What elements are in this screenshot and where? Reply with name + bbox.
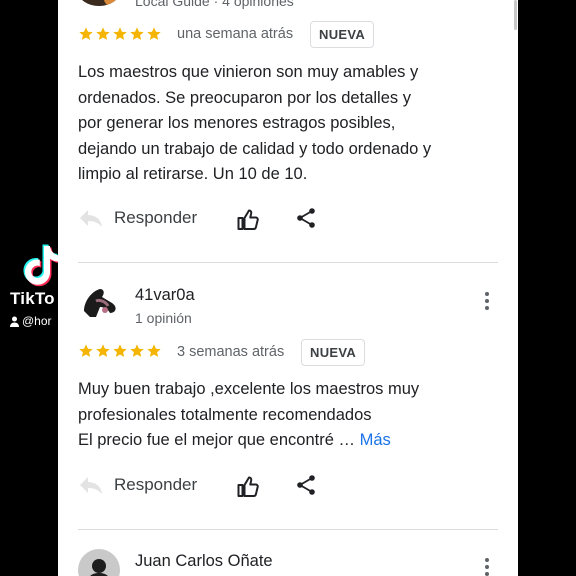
review-line: Muy buen trabajo ,excelente los maestros… xyxy=(78,380,420,398)
star-icon xyxy=(79,344,93,357)
star-icon xyxy=(113,27,127,40)
review-divider xyxy=(78,529,498,530)
rating-stars xyxy=(78,343,162,359)
star-icon xyxy=(130,27,144,40)
thumbs-up-icon[interactable] xyxy=(236,208,260,232)
new-badge: NUEVA xyxy=(301,339,366,366)
more-link[interactable]: Más xyxy=(360,431,391,449)
review-divider xyxy=(78,262,498,263)
review-line: por generar los menores estragos posible… xyxy=(78,114,396,133)
reply-button[interactable]: Responder xyxy=(78,207,197,229)
review-line: Los maestros que vinieron son muy amable… xyxy=(78,63,419,81)
tiktok-username: @hor xyxy=(9,314,58,328)
review-line: profesionales totalmente recomendados xyxy=(78,405,372,424)
reviewer-subtitle: 1 opinión xyxy=(135,310,192,326)
review-line: dejando un trabajo de calidad y todo ord… xyxy=(78,139,432,158)
review-line-text: El precio fue el mejor que encontré … xyxy=(78,431,355,450)
reviewer-name[interactable]: Juan Carlos Oñate xyxy=(135,552,273,571)
reviews-screen: Local Guide · 4 opiniones una semana atr… xyxy=(58,0,518,576)
star-icon xyxy=(96,344,110,357)
review-line: limpio al retirarse. Un 10 de 10. xyxy=(78,165,308,184)
reply-label: Responder xyxy=(114,208,198,227)
share-icon[interactable] xyxy=(295,474,317,496)
star-icon xyxy=(130,344,144,357)
reviewer-avatar[interactable] xyxy=(78,549,120,576)
share-icon[interactable] xyxy=(295,207,317,229)
more-vert-icon[interactable] xyxy=(484,292,490,310)
thumbs-up-icon[interactable] xyxy=(236,475,260,499)
review-date: 3 semanas atrás xyxy=(177,344,285,360)
review-text: Muy buen trabajo ,excelente los maestros… xyxy=(78,377,508,454)
reviewer-subtitle: Local Guide · 4 opiniones xyxy=(135,0,294,9)
person-icon xyxy=(10,316,19,327)
tiktok-username-text: @hor xyxy=(22,314,52,328)
reply-button[interactable]: Responder xyxy=(78,474,197,496)
reviewer-avatar[interactable] xyxy=(78,0,120,6)
reviewer-name[interactable]: 41var0a xyxy=(135,286,195,305)
reply-label: Responder xyxy=(114,475,198,494)
star-icon xyxy=(79,27,93,40)
review-line: ordenados. Se preocuparon por los detall… xyxy=(78,88,411,107)
reply-arrow-icon xyxy=(80,210,102,227)
star-icon xyxy=(147,27,161,40)
tiktok-brand-label: TikTo xyxy=(10,289,55,308)
star-icon xyxy=(147,344,161,357)
review-text: Los maestros que vinieron son muy amable… xyxy=(78,60,508,188)
more-vert-icon[interactable] xyxy=(484,558,490,576)
rating-stars xyxy=(78,26,162,42)
new-badge: NUEVA xyxy=(310,21,375,48)
scrollbar[interactable] xyxy=(514,0,517,30)
star-icon xyxy=(96,27,110,40)
reply-arrow-icon xyxy=(80,477,102,494)
review-line: El precio fue el mejor que encontré … Má… xyxy=(78,428,508,454)
tiktok-logo-icon xyxy=(23,244,61,287)
review-date: una semana atrás xyxy=(177,26,294,42)
star-icon xyxy=(113,344,127,357)
reviewer-avatar[interactable] xyxy=(78,283,120,323)
